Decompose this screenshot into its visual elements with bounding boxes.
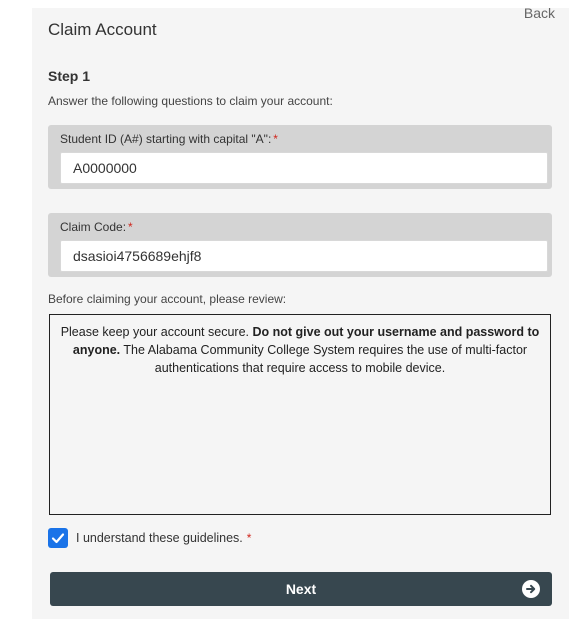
claim-code-input[interactable] [60, 240, 548, 272]
guidelines-text-part2: The Alabama Community College System req… [120, 343, 528, 375]
guidelines-box[interactable]: Please keep your account secure. Do not … [49, 314, 551, 515]
step-instructions: Answer the following questions to claim … [48, 94, 333, 108]
claim-account-panel: Back Claim Account Step 1 Answer the fol… [32, 6, 569, 619]
student-id-input[interactable] [60, 152, 548, 184]
required-marker: * [128, 220, 133, 234]
claim-code-label-text: Claim Code: [60, 220, 127, 234]
next-button[interactable]: Next [50, 572, 552, 606]
guidelines-text-part1: Please keep your account secure. [60, 325, 253, 339]
claim-code-group: Claim Code: * [48, 213, 552, 277]
check-icon [51, 533, 65, 544]
required-marker: * [273, 132, 278, 146]
step-title: Step 1 [48, 68, 91, 84]
claim-code-label: Claim Code: * [60, 220, 133, 234]
acknowledge-checkbox[interactable] [48, 528, 68, 548]
back-link[interactable]: Back [524, 6, 555, 20]
student-id-label: Student ID (A#) starting with capital "A… [60, 132, 278, 146]
review-label: Before claiming your account, please rev… [48, 292, 287, 306]
student-id-group: Student ID (A#) starting with capital "A… [48, 125, 552, 189]
page-title: Claim Account [48, 20, 157, 39]
next-button-label: Next [285, 581, 317, 597]
required-marker: * [246, 531, 252, 545]
acknowledge-label: I understand these guidelines. [76, 531, 243, 545]
student-id-label-text: Student ID (A#) starting with capital "A… [60, 132, 272, 146]
acknowledge-row: I understand these guidelines. * [48, 527, 251, 549]
arrow-right-circle-icon [522, 580, 540, 598]
